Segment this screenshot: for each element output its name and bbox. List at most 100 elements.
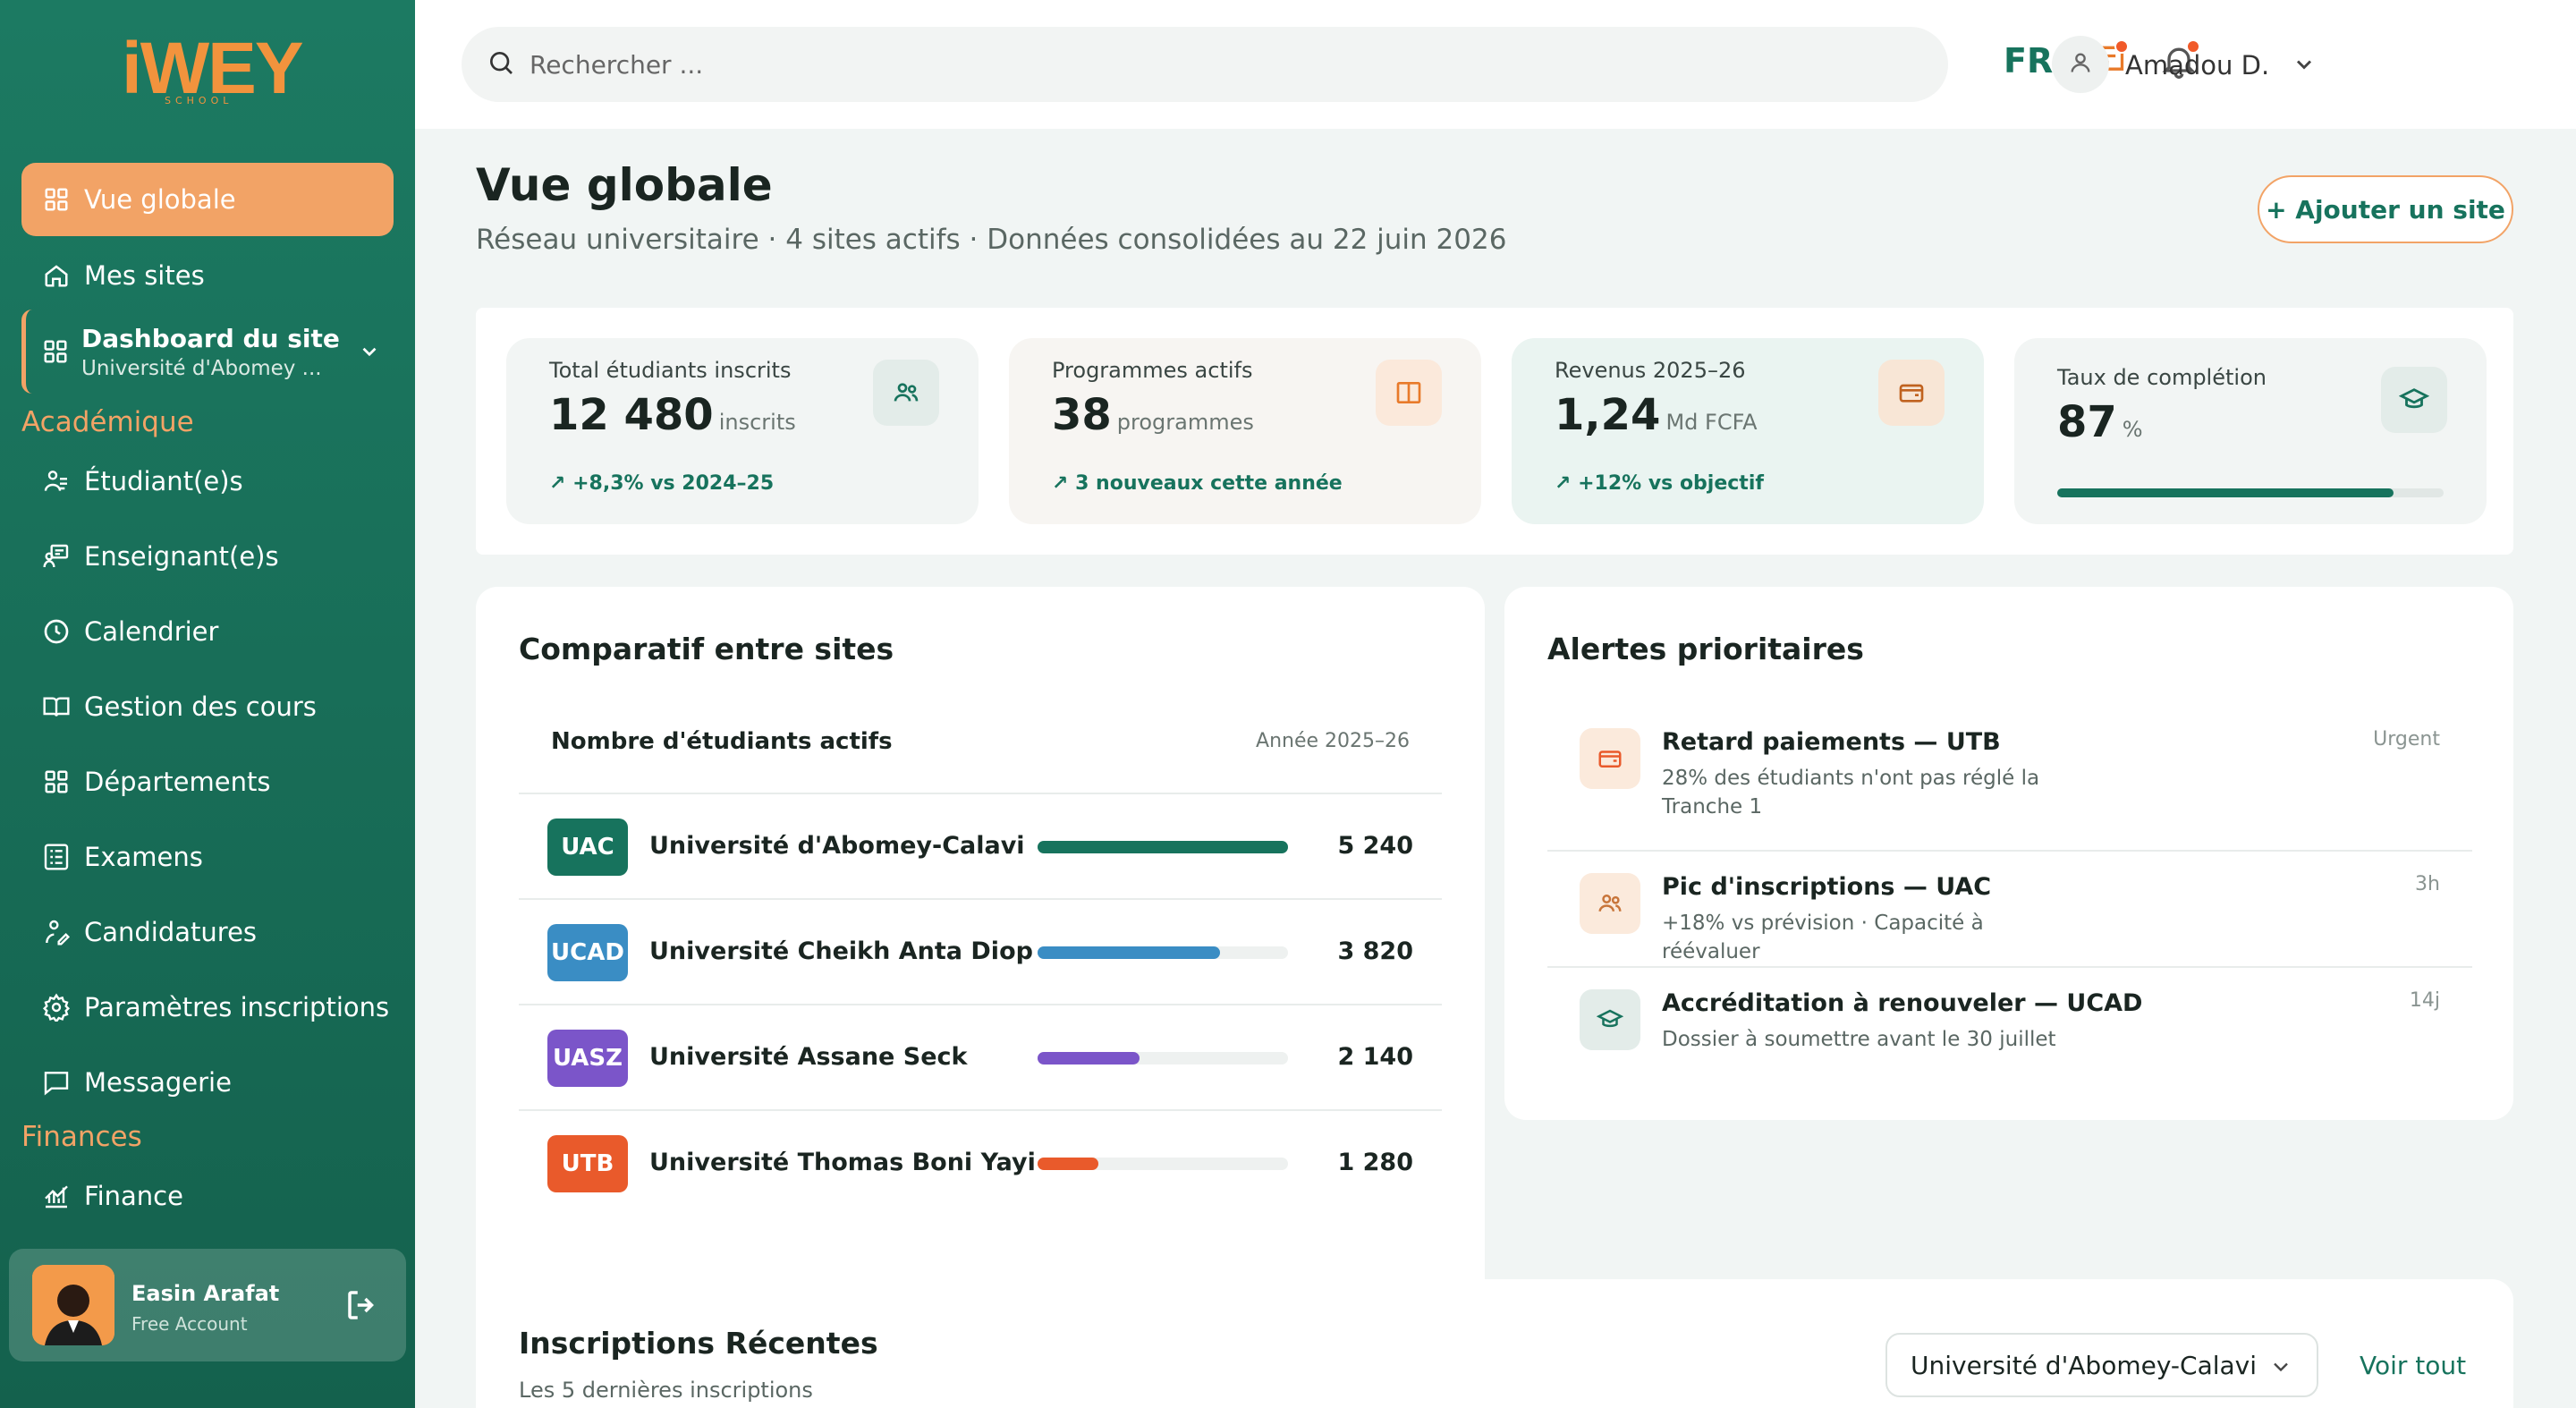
search-input[interactable] <box>530 49 1871 80</box>
graduation-cap-icon <box>1580 989 1640 1050</box>
message-icon <box>41 1067 72 1098</box>
sidebar-item-calendrier[interactable]: Calendrier <box>21 595 394 668</box>
alerts-title: Alertes prioritaires <box>1547 632 1864 666</box>
home-icon <box>41 260 72 291</box>
site-bar-fill <box>1038 1158 1099 1170</box>
sidebar-item-mes-sites[interactable]: Mes sites <box>21 239 394 312</box>
site-name: Université Cheikh Anta Diop <box>649 937 1033 965</box>
sidebar-item-finance[interactable]: Finance <box>21 1159 394 1233</box>
alert-description: Dossier à soumettre avant le 30 juillet <box>1662 1028 2056 1051</box>
grid-icon <box>41 184 72 215</box>
site-badge: UAC <box>547 819 628 876</box>
alert-title: Accréditation à renouveler — UCAD <box>1662 989 2143 1017</box>
chart-icon <box>41 1181 72 1211</box>
alert-time: Urgent <box>2373 728 2440 751</box>
alert-time: 3h <box>2415 873 2440 895</box>
site-bar-fill <box>1038 946 1221 959</box>
sidebar-item-enseignants[interactable]: Enseignant(e)s <box>21 520 394 593</box>
sidebar-item-examens[interactable]: Examens <box>21 820 394 894</box>
sidebar-item-label: Étudiant(e)s <box>84 466 243 496</box>
comparatif-title: Comparatif entre sites <box>519 632 894 666</box>
main-content: Vue globale Réseau universitaire · 4 sit… <box>415 129 2576 1408</box>
chevron-down-icon <box>2268 1354 2293 1386</box>
alert-title: Pic d'inscriptions — UAC <box>1662 873 1992 901</box>
trend-up-icon: ↗ <box>1052 472 1076 495</box>
site-name: Université Assane Seck <box>649 1043 968 1071</box>
grid-icon <box>42 338 69 365</box>
stat-card-completion: Taux de complétion 87% <box>2014 338 2487 524</box>
progress-fill <box>2057 488 2394 497</box>
section-academique: Académique <box>21 406 194 438</box>
site-name: Université d'Abomey-Calavi <box>649 832 1025 860</box>
sidebar-item-label: Départements <box>84 767 271 797</box>
stat-value: 87% <box>2057 397 2143 447</box>
alert-item[interactable]: Accréditation à renouveler — UCAD Dossier… <box>1547 968 2472 1075</box>
trend-up-icon: ↗ <box>1555 472 1579 495</box>
site-bar-track <box>1038 841 1288 853</box>
sidebar-item-messagerie[interactable]: Messagerie <box>21 1046 394 1119</box>
table-row[interactable]: UASZ Université Assane Seck 2 140 <box>519 1005 1442 1111</box>
sidebar-item-dashboard-site[interactable]: Dashboard du site Université d'Abomey ..… <box>21 310 394 394</box>
search-icon <box>487 48 515 81</box>
book-icon <box>41 691 72 722</box>
add-site-button[interactable]: + Ajouter un site <box>2258 175 2513 243</box>
stats-panel: Total étudiants inscrits 12 480 inscrits … <box>476 308 2513 555</box>
site-badge: UCAD <box>547 924 628 981</box>
exam-icon <box>41 842 72 872</box>
topbar: FR⌄ Amadou D. <box>415 0 2576 129</box>
recent-subtitle: Les 5 dernières inscriptions <box>519 1378 813 1403</box>
section-finances: Finances <box>21 1121 142 1153</box>
wallet-icon <box>1580 728 1640 789</box>
sidebar-item-gestion-cours[interactable]: Gestion des cours <box>21 670 394 743</box>
sidebar-item-etudiants[interactable]: Étudiant(e)s <box>21 445 394 518</box>
see-all-link[interactable]: Voir tout <box>2360 1351 2466 1380</box>
trend-up-icon: ↗ <box>549 472 573 495</box>
site-select-value: Université d'Abomey-Calavi <box>1911 1350 2258 1380</box>
stat-trend: ↗ +8,3% vs 2024–25 <box>549 472 775 495</box>
site-select[interactable]: Université d'Abomey-Calavi <box>1885 1333 2318 1397</box>
logout-icon[interactable] <box>343 1286 381 1327</box>
page-subtitle: Réseau universitaire · 4 sites actifs · … <box>476 224 1507 256</box>
table-row[interactable]: UTB Université Thomas Boni Yayi 1 280 <box>519 1111 1442 1217</box>
wallet-icon <box>1878 360 1945 426</box>
comparatif-metric: Nombre d'étudiants actifs <box>551 728 893 755</box>
site-bar-fill <box>1038 841 1288 853</box>
alert-item[interactable]: Retard paiements — UTB 28% des étudiants … <box>1547 707 2472 852</box>
avatar <box>32 1265 114 1345</box>
sidebar-item-departements[interactable]: Départements <box>21 745 394 819</box>
application-icon <box>41 917 72 947</box>
profile-name: Amadou D. <box>2125 50 2270 81</box>
table-row[interactable]: UAC Université d'Abomey-Calavi 5 240 <box>519 794 1442 900</box>
search-bar[interactable] <box>462 27 1948 102</box>
alert-description: 28% des étudiants n'ont pas réglé la Tra… <box>1662 767 2040 819</box>
users-icon <box>873 360 939 426</box>
sidebar-item-label: Calendrier <box>84 616 219 647</box>
alert-item[interactable]: Pic d'inscriptions — UAC +18% vs prévisio… <box>1547 852 2472 968</box>
stat-card-revenus: Revenus 2025–26 1,24 Md FCFA ↗ +12% vs ob… <box>1512 338 1984 524</box>
language-value: FR <box>2004 41 2054 81</box>
sidebar-item-label: Messagerie <box>84 1067 232 1098</box>
stat-value: 1,24 Md FCFA <box>1555 390 1758 440</box>
site-value: 1 280 <box>1337 1149 1413 1176</box>
sidebar-item-parametres-inscriptions[interactable]: Paramètres inscriptions <box>21 971 394 1044</box>
user-card: Easin Arafat Free Account <box>9 1249 406 1361</box>
chevron-down-icon[interactable] <box>358 340 381 367</box>
sidebar-item-label: Finance <box>84 1181 183 1211</box>
page-title: Vue globale <box>476 159 773 211</box>
grid-icon <box>41 767 72 797</box>
alerts-card: Alertes prioritaires Retard paiements — … <box>1504 587 2513 1120</box>
stat-trend: ↗ 3 nouveaux cette année <box>1052 472 1343 495</box>
user-icon <box>2068 50 2093 79</box>
stat-label: Total étudiants inscrits <box>549 358 792 383</box>
sidebar-item-candidatures[interactable]: Candidatures <box>21 895 394 969</box>
sidebar-item-label: Enseignant(e)s <box>84 541 279 572</box>
sidebar-item-label: Mes sites <box>84 260 205 291</box>
sidebar-item-label: Gestion des cours <box>84 691 317 722</box>
table-row[interactable]: UCAD Université Cheikh Anta Diop 3 820 <box>519 900 1442 1005</box>
recent-title: Inscriptions Récentes <box>519 1326 878 1361</box>
clock-icon <box>41 616 72 647</box>
dashboard-label: Dashboard du site <box>81 323 340 353</box>
stat-card-programmes: Programmes actifs 38 programmes ↗ 3 nouve… <box>1009 338 1481 524</box>
sidebar-item-vue-globale[interactable]: Vue globale <box>21 163 394 236</box>
recent-registrations-card: Inscriptions Récentes Les 5 dernières in… <box>476 1279 2513 1408</box>
